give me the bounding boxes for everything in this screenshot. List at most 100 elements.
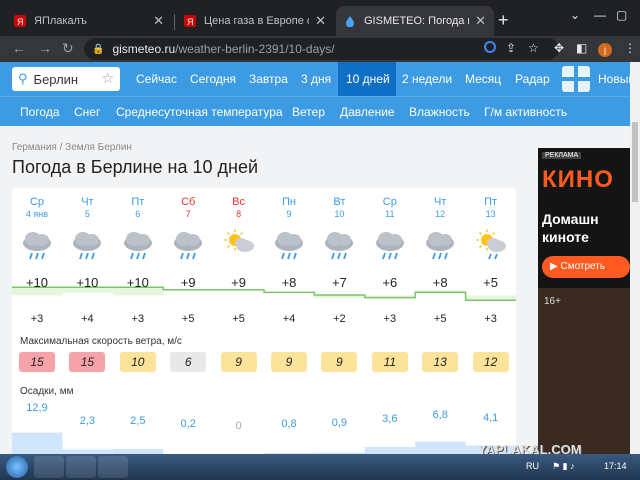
close-tab-icon[interactable]: ✕ <box>475 13 486 29</box>
close-tab-icon[interactable]: ✕ <box>315 13 326 29</box>
gift-icon <box>562 66 590 92</box>
wind-speed-value: 9 <box>321 352 358 372</box>
temp-min: +4 <box>282 313 296 325</box>
minimize-icon[interactable]: — <box>594 8 606 22</box>
chevron-down-icon[interactable]: ⌄ <box>570 8 580 22</box>
yaplakal-favicon-icon: Я <box>14 15 26 27</box>
temp-min: +4 <box>81 313 94 325</box>
forward-arrow-icon[interactable]: → <box>38 40 52 56</box>
day-name: Чт <box>81 196 94 208</box>
cloud-rain-icon <box>275 232 303 260</box>
tab-title: Цена газа в Европе опустилась <box>204 15 309 27</box>
temp-max: +5 <box>483 275 498 290</box>
subnav-pressure[interactable]: Давление <box>340 105 395 119</box>
taskbar-app-icon[interactable] <box>98 456 128 478</box>
day-name: Ср <box>382 196 397 208</box>
subnav-avg-temp[interactable]: Среднесуточная температура <box>116 105 283 119</box>
nav-10-days[interactable]: 10 дней <box>346 72 390 86</box>
browser-tab-gismeteo[interactable]: GISMETEO: Погода в Берлине на ✕ <box>336 6 494 36</box>
nav-3-days[interactable]: 3 дня <box>301 72 331 86</box>
day-date: 8 <box>236 209 242 219</box>
day-header: Ср 4 янв <box>12 196 62 219</box>
bookmark-star-icon[interactable]: ☆ <box>528 41 539 55</box>
browser-tab-strip: Я ЯПлакалъ ✕ Я Цена газа в Европе опусти… <box>0 0 640 36</box>
precip-section-title: Осадки, мм <box>20 386 74 397</box>
side-panel-icon[interactable]: ◧ <box>576 41 587 55</box>
nav-tomorrow[interactable]: Завтра <box>249 72 288 86</box>
nav-today[interactable]: Сегодня <box>190 72 236 86</box>
profile-avatar[interactable]: j <box>598 43 612 57</box>
cloud-rain-icon <box>375 232 404 260</box>
menu-dots-icon[interactable]: ⋮ <box>624 41 636 55</box>
wind-speed-value: 15 <box>69 352 106 372</box>
maximize-icon[interactable]: ▢ <box>616 8 627 22</box>
nav-2-weeks[interactable]: 2 недели <box>402 72 452 86</box>
temp-max: +6 <box>382 275 398 290</box>
favorite-star-icon[interactable]: ☆ <box>101 70 114 87</box>
ad-watch-button[interactable]: ▶ Смотреть <box>542 256 630 278</box>
taskbar-explorer-icon[interactable] <box>34 456 64 478</box>
scrollbar-thumb[interactable] <box>632 122 638 202</box>
wind-speed-value: 9 <box>220 352 257 372</box>
extensions-puzzle-icon[interactable]: ✥ <box>554 41 564 55</box>
ad-label: РЕКЛАМА <box>542 152 582 159</box>
wind-speed-value: 11 <box>371 352 408 372</box>
advertisement-banner[interactable]: РЕКЛАМА КИНО Домашн киноте ▶ Смотреть 16+ <box>538 148 630 454</box>
nav-radar[interactable]: Радар <box>515 72 550 86</box>
city-search-input[interactable]: ⚲ Берлин ☆ <box>12 67 120 91</box>
day-name: Пт <box>484 196 498 208</box>
temp-min: +2 <box>333 313 346 325</box>
windows-start-button[interactable] <box>6 456 28 478</box>
nav-month[interactable]: Месяц <box>465 72 501 86</box>
taskbar-chrome-icon[interactable] <box>66 456 96 478</box>
temp-min: +5 <box>232 313 245 325</box>
nav-now[interactable]: Сейчас <box>136 72 177 86</box>
lock-icon: 🔒 <box>92 43 105 55</box>
temp-min: +3 <box>383 313 397 325</box>
subnav-geomagnetic[interactable]: Г/м активность <box>484 105 567 119</box>
subnav-humidity[interactable]: Влажность <box>409 105 470 119</box>
cloud-rain-icon <box>426 232 455 260</box>
day-header: Пн 9 <box>264 196 314 219</box>
day-name: Вс <box>232 196 246 208</box>
watermark: YAPLAKAL.COM <box>478 442 582 454</box>
share-icon[interactable]: ⇪ <box>506 41 516 55</box>
breadcrumb[interactable]: Германия / Земля Берлин <box>12 142 132 153</box>
subnav-snow[interactable]: Снег <box>74 105 100 119</box>
tab-separator <box>174 14 175 30</box>
subnav-weather[interactable]: Погода <box>20 105 60 119</box>
reload-icon[interactable]: ↻ <box>62 40 74 57</box>
windows-taskbar: RU ⚑ ▮ ♪ 17:14 <box>0 454 640 480</box>
tray-icons[interactable]: ⚑ ▮ ♪ <box>552 461 575 472</box>
day-name: Ср <box>29 196 45 208</box>
ad-image <box>538 288 630 454</box>
day-header: Вт 10 <box>314 196 364 219</box>
close-tab-icon[interactable]: ✕ <box>153 13 164 29</box>
url-host: gismeteo.ru <box>112 42 176 56</box>
temp-max: +10 <box>126 275 149 290</box>
day-header: Вс 8 <box>214 196 264 219</box>
nav-new-year[interactable]: Новый <box>598 72 630 86</box>
day-name: Вт <box>333 196 346 208</box>
cloud-rain-icon <box>73 232 102 260</box>
google-icon[interactable] <box>484 41 496 53</box>
precip-bar <box>12 432 63 454</box>
temp-min: +5 <box>433 313 447 325</box>
svg-text:Я: Я <box>187 17 194 27</box>
wind-speed-value: 6 <box>170 352 207 372</box>
precipitation-bars <box>12 432 516 454</box>
clock[interactable]: 17:14 <box>604 461 627 471</box>
day-date: 13 <box>485 209 496 219</box>
site-sub-nav: Погода Снег Среднесуточная температура В… <box>0 96 630 126</box>
precip-bar <box>364 446 416 454</box>
temp-min: +3 <box>484 313 497 325</box>
browser-tab-gas[interactable]: Я Цена газа в Европе опустилась ✕ <box>176 6 334 36</box>
subnav-wind[interactable]: Ветер <box>292 105 325 119</box>
new-tab-button[interactable]: + <box>498 11 509 29</box>
site-top-nav: ⚲ Берлин ☆ Сейчас Сегодня Завтра 3 дня 1… <box>0 62 630 96</box>
page-scrollbar[interactable] <box>630 62 640 454</box>
browser-tab-yaplakal[interactable]: Я ЯПлакалъ ✕ <box>6 6 172 36</box>
language-indicator[interactable]: RU <box>526 461 539 471</box>
day-name: Сб <box>181 196 196 208</box>
back-arrow-icon[interactable]: ← <box>12 40 26 56</box>
